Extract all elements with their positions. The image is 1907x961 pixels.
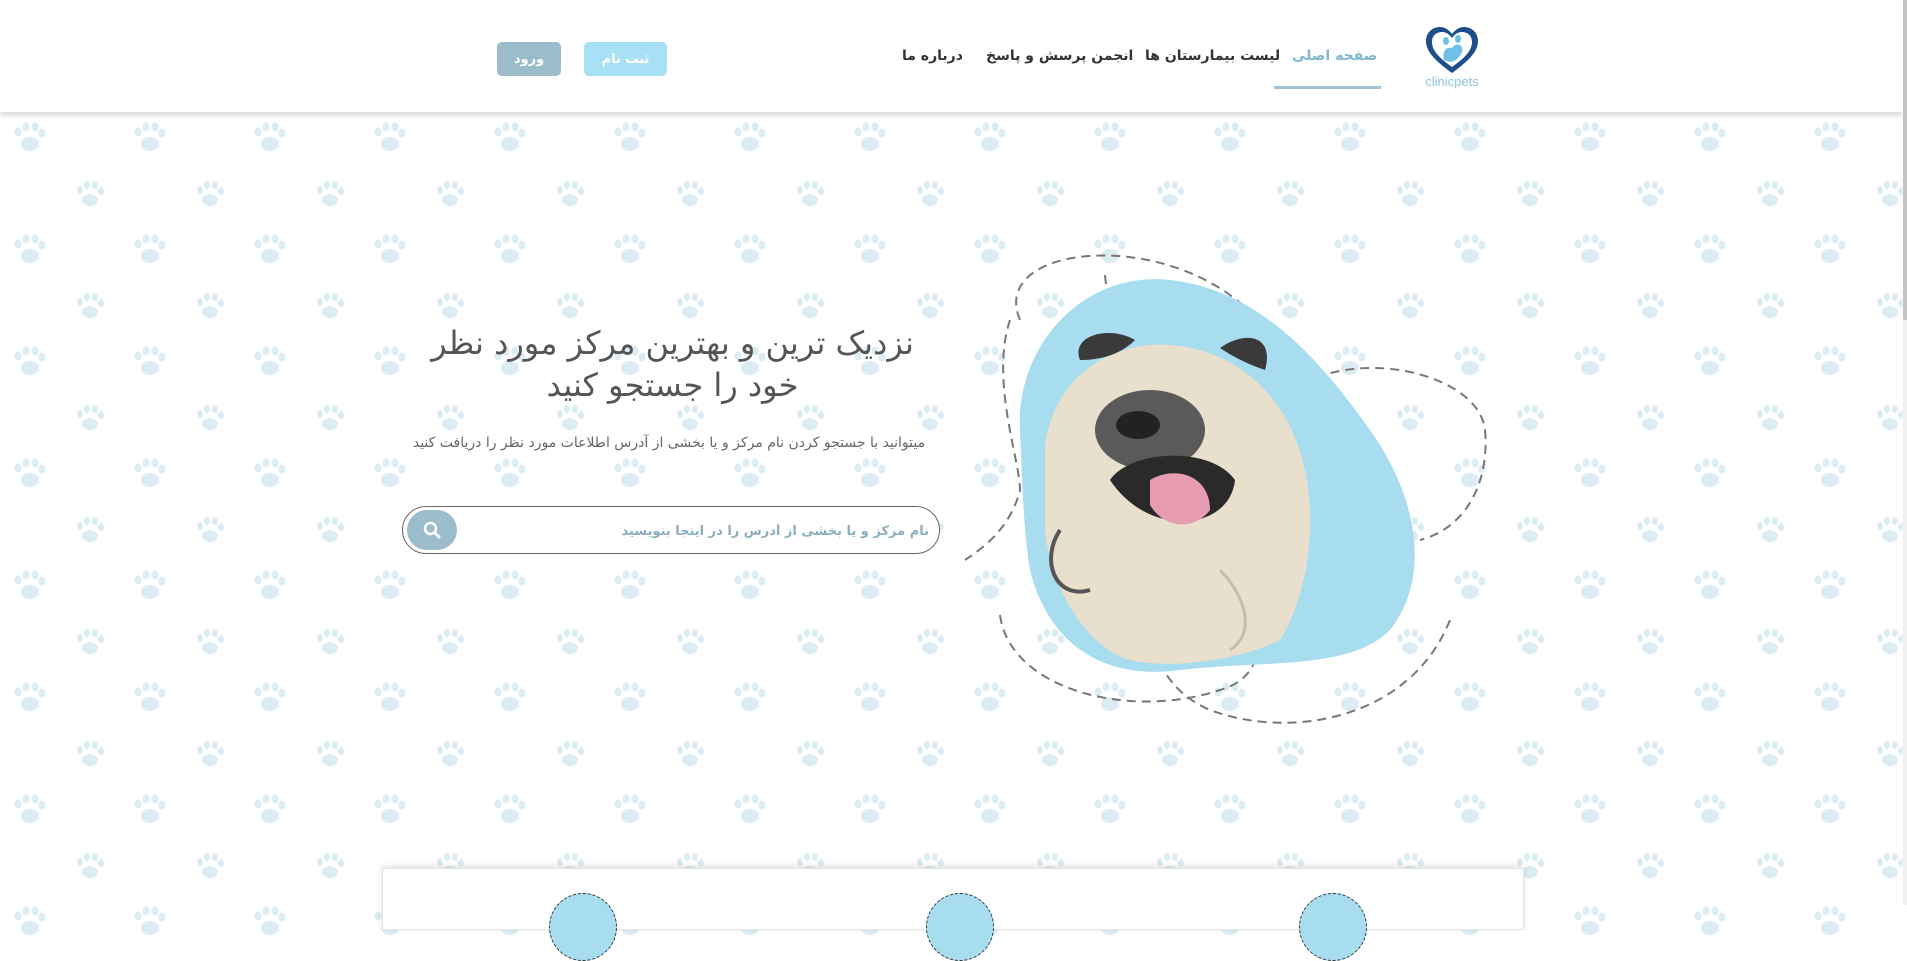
pug-dog-image (964, 254, 1487, 724)
search-button[interactable] (407, 510, 457, 550)
nav-about-us[interactable]: درباره ما (902, 48, 963, 64)
features-card (382, 868, 1524, 961)
scrollbar[interactable] (1903, 0, 1907, 905)
logo-text: clinicpets (1425, 74, 1479, 89)
scrollbar-thumb[interactable] (1903, 0, 1907, 320)
hero-subtitle: میتوانید با جستجو کردن نام مرکز و یا بخش… (412, 435, 926, 451)
search-icon (423, 521, 441, 539)
hero-title-line-1: نزدیک ترین و بهترین مرکز مورد نظر (431, 324, 914, 362)
search-input[interactable] (463, 517, 931, 545)
feature-circle (549, 893, 617, 961)
nav-active-indicator (1274, 86, 1381, 89)
nav-home[interactable]: صفحه اصلی (1292, 48, 1377, 64)
hero-title-line-2: خود را جستجو کنید (546, 366, 799, 404)
site-header: clinicpets صفحه اصلی لیست بیمارستان ها ا… (0, 0, 1903, 112)
login-button[interactable]: ورود (497, 42, 561, 76)
feature-circle (926, 893, 994, 961)
feature-circle (1299, 893, 1367, 961)
logo[interactable]: clinicpets (1418, 26, 1486, 92)
register-button[interactable]: ثبت نام (584, 42, 667, 76)
heart-paw-logo-icon (1426, 27, 1478, 73)
nav-hospital-list[interactable]: لیست بیمارستان ها (1145, 48, 1280, 64)
hero-title: نزدیک ترین و بهترین مرکز مورد نظر خود را… (410, 322, 935, 406)
search-bar (402, 506, 940, 554)
nav-qa-forum[interactable]: انجمن پرسش و پاسخ (986, 48, 1133, 64)
